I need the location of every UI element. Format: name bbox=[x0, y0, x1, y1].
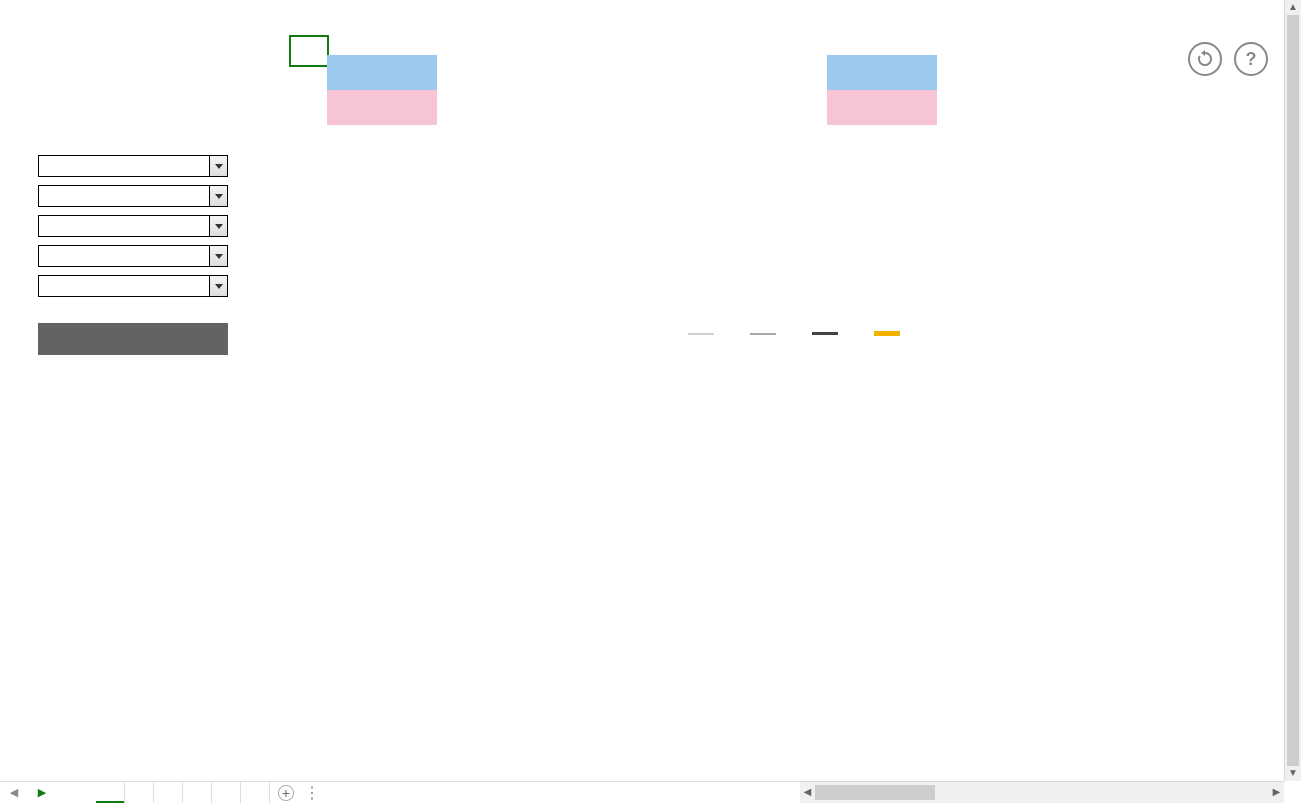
scroll-right-icon[interactable]: ▶ bbox=[1269, 785, 1284, 800]
nav-overview[interactable] bbox=[38, 55, 272, 67]
documents-unstable-count bbox=[327, 90, 437, 125]
tab-document-issues[interactable] bbox=[183, 782, 212, 803]
legend-office-2010 bbox=[812, 331, 844, 336]
scroll-left-icon[interactable]: ◀ bbox=[800, 785, 815, 800]
label2-dropdown[interactable] bbox=[38, 185, 228, 207]
chevron-down-icon[interactable] bbox=[209, 216, 227, 236]
solutions-panel: ? bbox=[827, 40, 1267, 301]
refresh-button[interactable] bbox=[38, 323, 228, 355]
documents-stable-count bbox=[327, 55, 437, 90]
scroll-thumb-v[interactable] bbox=[1287, 15, 1299, 766]
daterange-dropdown[interactable] bbox=[38, 275, 228, 297]
deployment-panel bbox=[327, 331, 1266, 551]
nav-deployments[interactable] bbox=[38, 103, 272, 115]
tab-sol[interactable] bbox=[241, 782, 270, 803]
deploy-legend bbox=[327, 331, 1266, 336]
scroll-thumb-h[interactable] bbox=[815, 785, 935, 800]
deploy-chart bbox=[327, 341, 1257, 551]
query-section bbox=[0, 127, 272, 360]
nav-telemetry-processor[interactable] bbox=[38, 91, 272, 103]
legend-office-2013 bbox=[874, 331, 906, 336]
nav-solutions[interactable] bbox=[38, 79, 272, 91]
solutions-unstable-count bbox=[827, 90, 937, 125]
tab-menu-icon[interactable]: ⋮ bbox=[294, 783, 330, 803]
vertical-scrollbar[interactable]: ▲ ▼ bbox=[1284, 0, 1301, 781]
label3-dropdown[interactable] bbox=[38, 215, 228, 237]
tab-document-details[interactable] bbox=[154, 782, 183, 803]
solutions-stable-count bbox=[827, 55, 937, 90]
main-content: ? bbox=[272, 0, 1301, 779]
scroll-down-icon[interactable]: ▼ bbox=[1286, 766, 1301, 781]
refresh-icon[interactable] bbox=[1188, 42, 1222, 76]
documents-panel bbox=[327, 40, 767, 301]
tab-prev-icon[interactable]: ◀ bbox=[0, 782, 28, 803]
label4-dropdown[interactable] bbox=[38, 245, 228, 267]
add-sheet-icon[interactable]: + bbox=[278, 785, 294, 801]
chevron-down-icon[interactable] bbox=[209, 246, 227, 266]
label1-dropdown[interactable] bbox=[38, 155, 228, 177]
sidebar bbox=[0, 0, 272, 779]
scroll-up-icon[interactable]: ▲ bbox=[1286, 0, 1301, 15]
horizontal-scrollbar[interactable]: ◀ ▶ bbox=[800, 781, 1284, 803]
documents-chart bbox=[327, 131, 767, 301]
legend-office-2003 bbox=[688, 331, 720, 336]
tab-document-sessions[interactable] bbox=[212, 782, 241, 803]
tab-documents[interactable] bbox=[125, 782, 154, 803]
nav-custom-report[interactable] bbox=[38, 115, 272, 127]
chevron-down-icon[interactable] bbox=[209, 156, 227, 176]
chevron-down-icon[interactable] bbox=[209, 186, 227, 206]
legend-office-2007 bbox=[750, 331, 782, 336]
nav-documents[interactable] bbox=[38, 67, 272, 79]
chevron-down-icon[interactable] bbox=[209, 276, 227, 296]
nav-list bbox=[0, 20, 272, 127]
help-icon[interactable]: ? bbox=[1234, 42, 1268, 76]
tab-next-icon[interactable]: ▶ bbox=[28, 782, 56, 803]
solutions-chart bbox=[827, 131, 1267, 301]
tab-overview[interactable] bbox=[96, 782, 125, 803]
